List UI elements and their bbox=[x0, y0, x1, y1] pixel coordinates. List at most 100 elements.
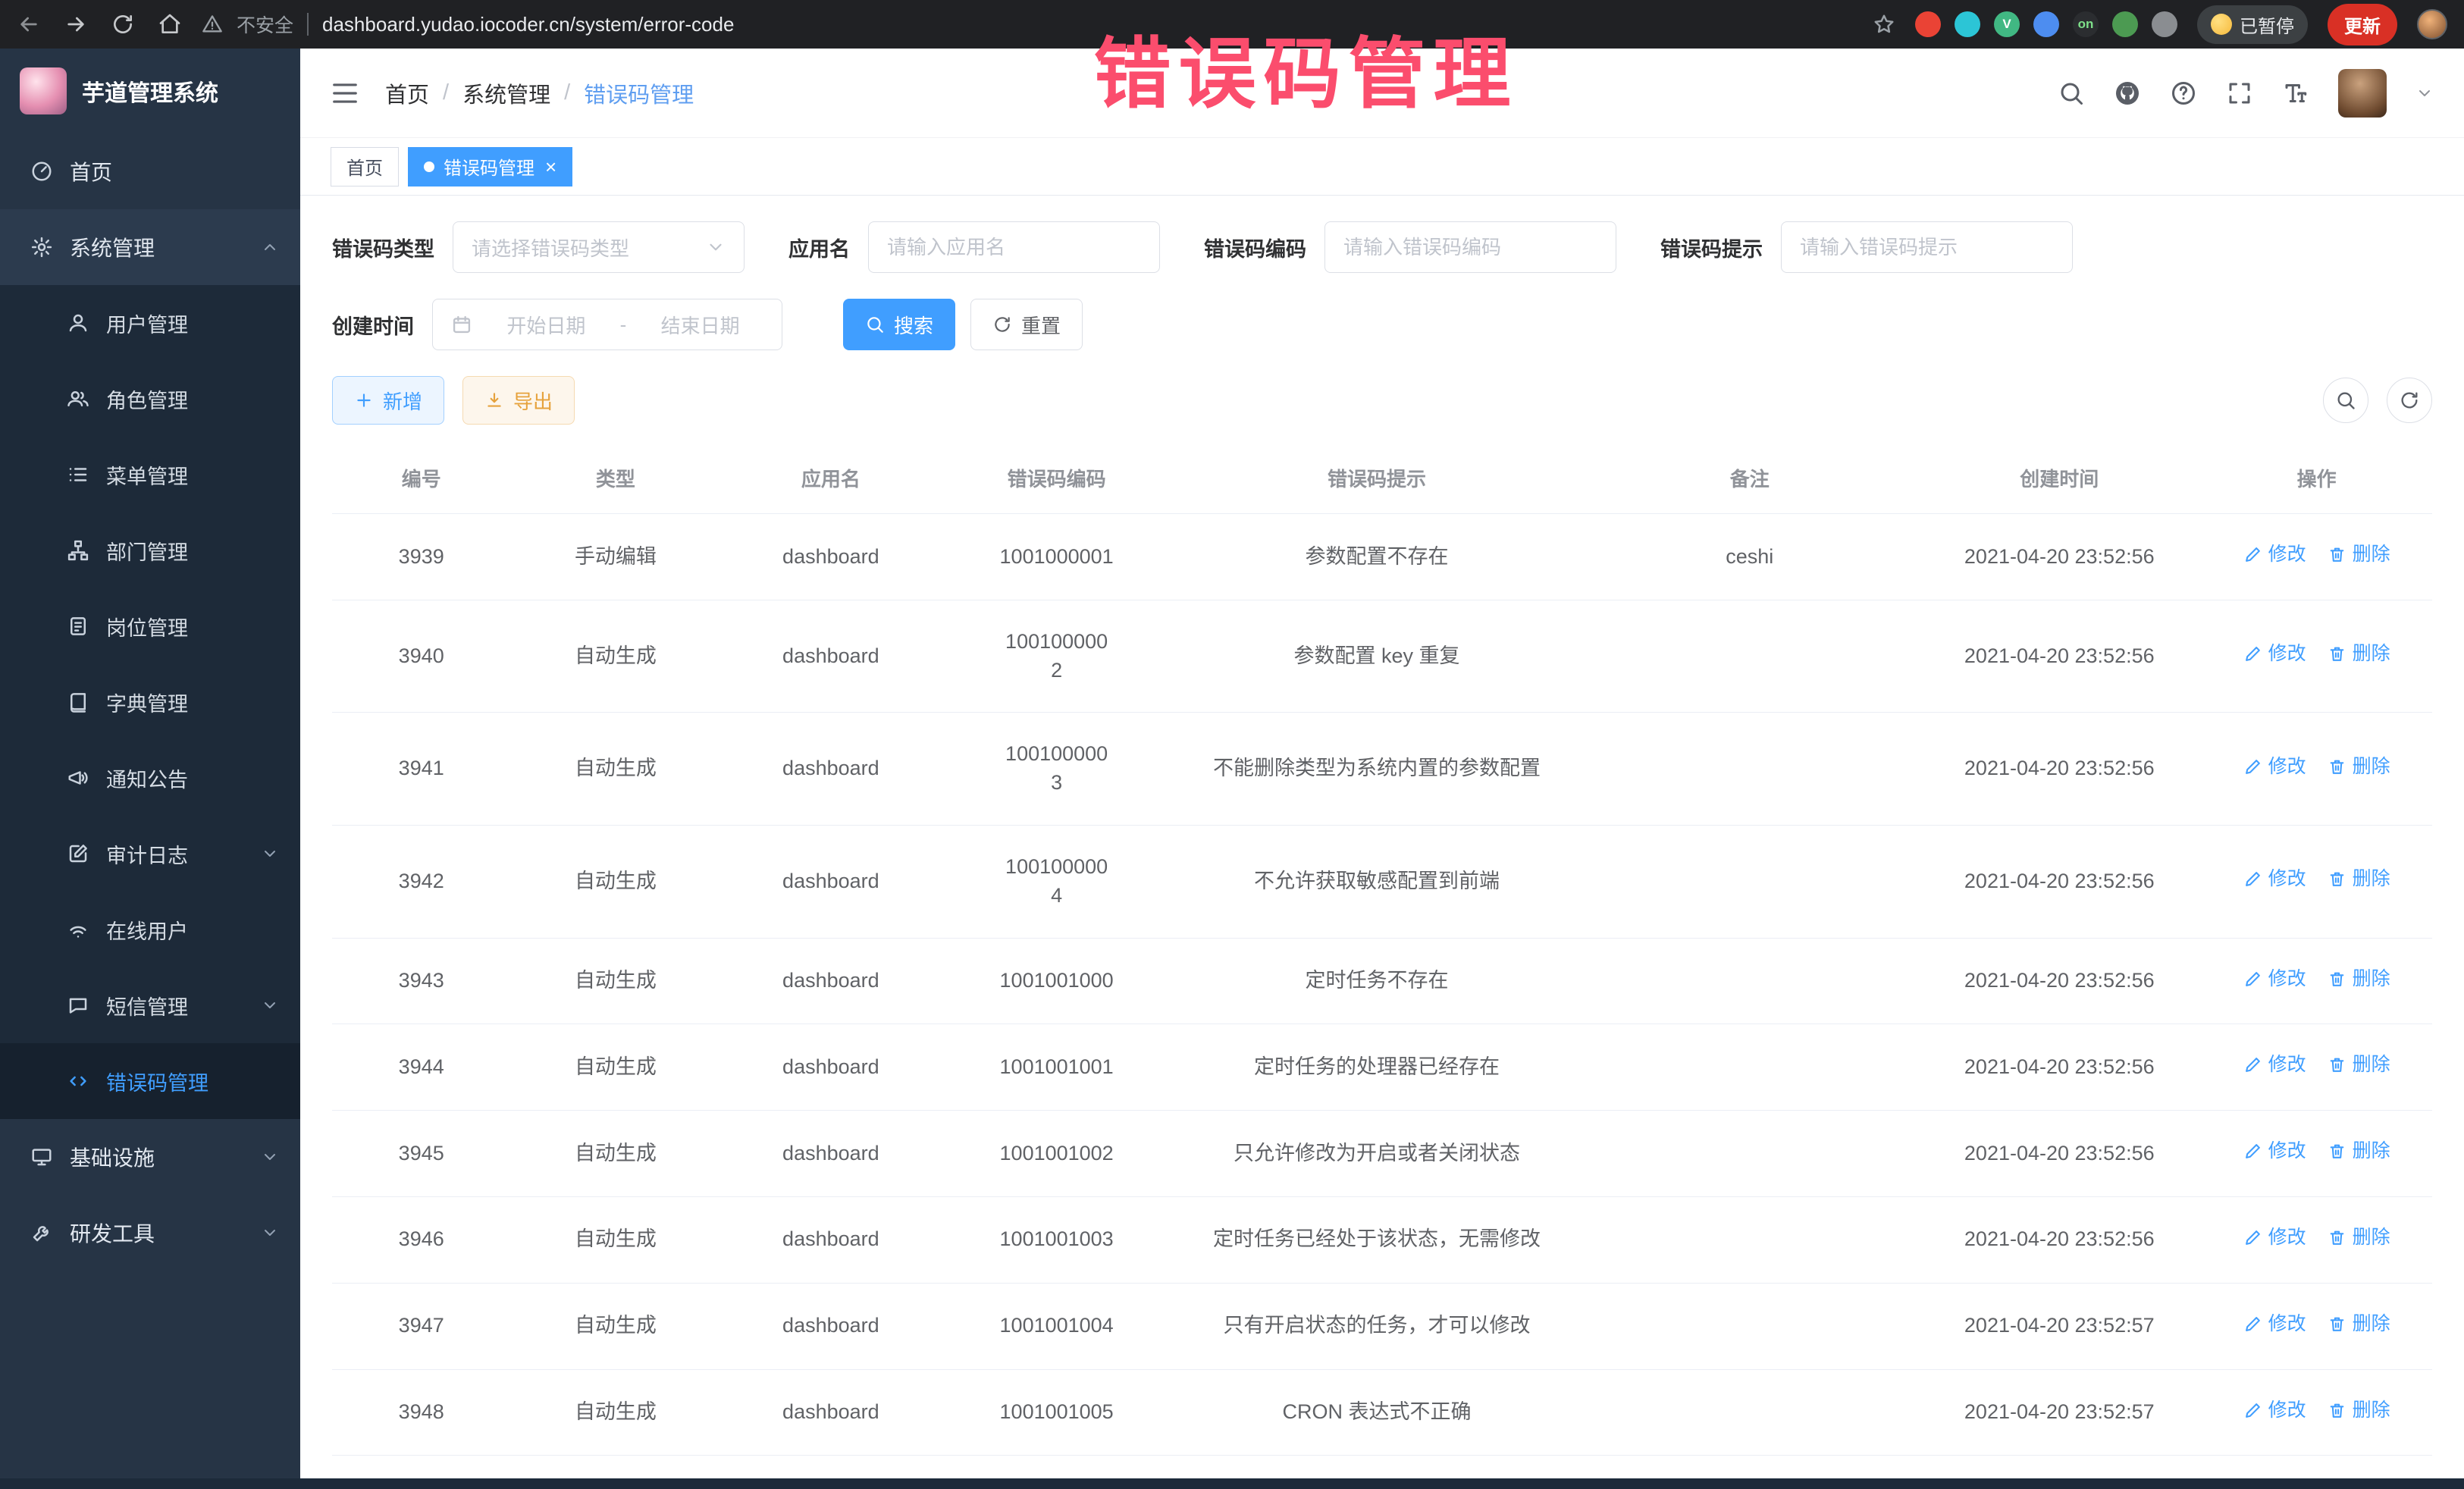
edit-link[interactable]: 修改 bbox=[2243, 1397, 2306, 1424]
date-range-picker[interactable]: 开始日期 - 结束日期 bbox=[432, 299, 782, 350]
close-icon[interactable]: × bbox=[545, 157, 556, 177]
row-memo bbox=[1582, 825, 1917, 938]
search-icon[interactable] bbox=[2058, 80, 2085, 107]
delete-icon bbox=[2328, 1228, 2346, 1247]
add-button[interactable]: 新增 bbox=[332, 376, 444, 425]
row-memo bbox=[1582, 1283, 1917, 1369]
sidebar-item-system[interactable]: 系统管理 bbox=[0, 209, 300, 285]
column-header: 操作 bbox=[2201, 443, 2432, 514]
filter-label: 应用名 bbox=[788, 233, 850, 262]
sidebar-item-notice[interactable]: 通知公告 bbox=[0, 740, 300, 816]
filter-label: 错误码类型 bbox=[332, 233, 434, 262]
sidebar-item-online-user[interactable]: 在线用户 bbox=[0, 892, 300, 967]
sidebar-item-post[interactable]: 岗位管理 bbox=[0, 588, 300, 664]
delete-link[interactable]: 删除 bbox=[2328, 541, 2390, 568]
extension-palette-icon[interactable] bbox=[2033, 11, 2059, 37]
app-name-input[interactable] bbox=[868, 221, 1160, 273]
error-type-select[interactable]: 请选择错误码类型 bbox=[453, 221, 745, 273]
tag-label: 错误码管理 bbox=[444, 153, 534, 180]
bookmark-star-icon[interactable] bbox=[1873, 13, 1895, 36]
error-code-input[interactable] bbox=[1324, 221, 1616, 273]
row-actions: 修改删除 bbox=[2201, 713, 2432, 826]
error-hint-input[interactable] bbox=[1781, 221, 2073, 273]
column-header: 类型 bbox=[510, 443, 720, 514]
export-button[interactable]: 导出 bbox=[462, 376, 575, 425]
browser-profile-avatar[interactable] bbox=[2417, 9, 2447, 39]
delete-link[interactable]: 删除 bbox=[2328, 1397, 2390, 1424]
fullscreen-icon[interactable] bbox=[2226, 80, 2253, 107]
sidebar-item-infra[interactable]: 基础设施 bbox=[0, 1119, 300, 1195]
extension-drop-icon[interactable] bbox=[1955, 11, 1980, 37]
row-actions: 修改删除 bbox=[2201, 600, 2432, 713]
toggle-search-button[interactable] bbox=[2323, 378, 2368, 423]
sidebar-item-label: 岗位管理 bbox=[106, 612, 188, 641]
edit-link[interactable]: 修改 bbox=[2243, 1138, 2306, 1165]
sidebar-item-home[interactable]: 首页 bbox=[0, 133, 300, 209]
logo-avatar bbox=[20, 67, 67, 114]
update-button[interactable]: 更新 bbox=[2328, 4, 2397, 45]
row-memo bbox=[1582, 938, 1917, 1024]
edit-link[interactable]: 修改 bbox=[2243, 754, 2306, 780]
breadcrumb-home[interactable]: 首页 bbox=[385, 77, 429, 109]
filter-label: 错误码编码 bbox=[1204, 233, 1306, 262]
edit-link[interactable]: 修改 bbox=[2243, 1224, 2306, 1251]
refresh-table-button[interactable] bbox=[2387, 378, 2432, 423]
edit-icon bbox=[2243, 1142, 2262, 1161]
sidebar-item-menu[interactable]: 菜单管理 bbox=[0, 437, 300, 513]
reset-button[interactable]: 重置 bbox=[970, 299, 1083, 350]
chevron-down-icon bbox=[261, 1148, 279, 1166]
user-avatar[interactable] bbox=[2338, 69, 2387, 118]
paused-badge[interactable]: 已暂停 bbox=[2197, 5, 2308, 44]
sidebar-item-sms[interactable]: 短信管理 bbox=[0, 967, 300, 1043]
edit-link[interactable]: 修改 bbox=[2243, 966, 2306, 992]
row-type: 自动生成 bbox=[510, 600, 720, 713]
row-code: 1001001001 bbox=[941, 1024, 1172, 1111]
delete-link[interactable]: 删除 bbox=[2328, 1224, 2390, 1251]
sidebar-item-dev-tools[interactable]: 研发工具 bbox=[0, 1195, 300, 1271]
address-bar[interactable]: 不安全 dashboard.yudao.iocoder.cn/system/er… bbox=[202, 11, 1853, 38]
edit-link[interactable]: 修改 bbox=[2243, 866, 2306, 892]
collapse-menu-icon[interactable] bbox=[331, 79, 359, 108]
row-created: 2021-04-20 23:52:56 bbox=[1917, 713, 2201, 826]
sidebar-item-dept[interactable]: 部门管理 bbox=[0, 513, 300, 588]
extension-vue-devtools-icon[interactable]: V bbox=[1994, 11, 2020, 37]
extension-leaf-icon[interactable] bbox=[2112, 11, 2138, 37]
delete-link[interactable]: 删除 bbox=[2328, 1052, 2390, 1078]
sidebar-item-dict[interactable]: 字典管理 bbox=[0, 664, 300, 740]
browser-back-icon[interactable] bbox=[17, 12, 41, 36]
delete-link[interactable]: 删除 bbox=[2328, 754, 2390, 780]
github-icon[interactable] bbox=[2114, 80, 2141, 107]
tag-首页[interactable]: 首页 bbox=[331, 147, 399, 187]
font-size-icon[interactable] bbox=[2282, 80, 2309, 107]
delete-link[interactable]: 删除 bbox=[2328, 1311, 2390, 1337]
tag-错误码管理[interactable]: 错误码管理 × bbox=[408, 147, 572, 187]
search-button[interactable]: 搜索 bbox=[843, 299, 955, 350]
browser-reload-icon[interactable] bbox=[111, 12, 135, 36]
edit-link[interactable]: 修改 bbox=[2243, 541, 2306, 568]
sidebar-item-error-code[interactable]: 错误码管理 bbox=[0, 1043, 300, 1119]
browser-forward-icon[interactable] bbox=[64, 12, 88, 36]
delete-link[interactable]: 删除 bbox=[2328, 641, 2390, 667]
chevron-down-icon[interactable] bbox=[2415, 84, 2434, 102]
extension-switch-icon[interactable]: on bbox=[2073, 11, 2099, 37]
row-app: dashboard bbox=[720, 938, 941, 1024]
monitor-icon bbox=[30, 1146, 53, 1168]
sidebar-item-audit-log[interactable]: 审计日志 bbox=[0, 816, 300, 892]
extension-puzzle-icon[interactable] bbox=[2152, 11, 2177, 37]
sidebar-item-user[interactable]: 用户管理 bbox=[0, 285, 300, 361]
edit-link[interactable]: 修改 bbox=[2243, 1052, 2306, 1078]
row-code: 100100000 3 bbox=[941, 713, 1172, 826]
sidebar: 芋道管理系统 首页系统管理用户管理角色管理菜单管理部门管理岗位管理字典管理通知公… bbox=[0, 49, 300, 1478]
delete-link[interactable]: 删除 bbox=[2328, 1138, 2390, 1165]
breadcrumb-system[interactable]: 系统管理 bbox=[462, 77, 550, 109]
edit-link[interactable]: 修改 bbox=[2243, 1311, 2306, 1337]
sidebar-item-role[interactable]: 角色管理 bbox=[0, 361, 300, 437]
delete-link[interactable]: 删除 bbox=[2328, 866, 2390, 892]
app-logo[interactable]: 芋道管理系统 bbox=[0, 49, 300, 133]
row-id: 3943 bbox=[332, 938, 510, 1024]
browser-home-icon[interactable] bbox=[158, 12, 182, 36]
extension-record-icon[interactable] bbox=[1915, 11, 1941, 37]
edit-link[interactable]: 修改 bbox=[2243, 641, 2306, 667]
help-icon[interactable] bbox=[2170, 80, 2197, 107]
delete-link[interactable]: 删除 bbox=[2328, 966, 2390, 992]
